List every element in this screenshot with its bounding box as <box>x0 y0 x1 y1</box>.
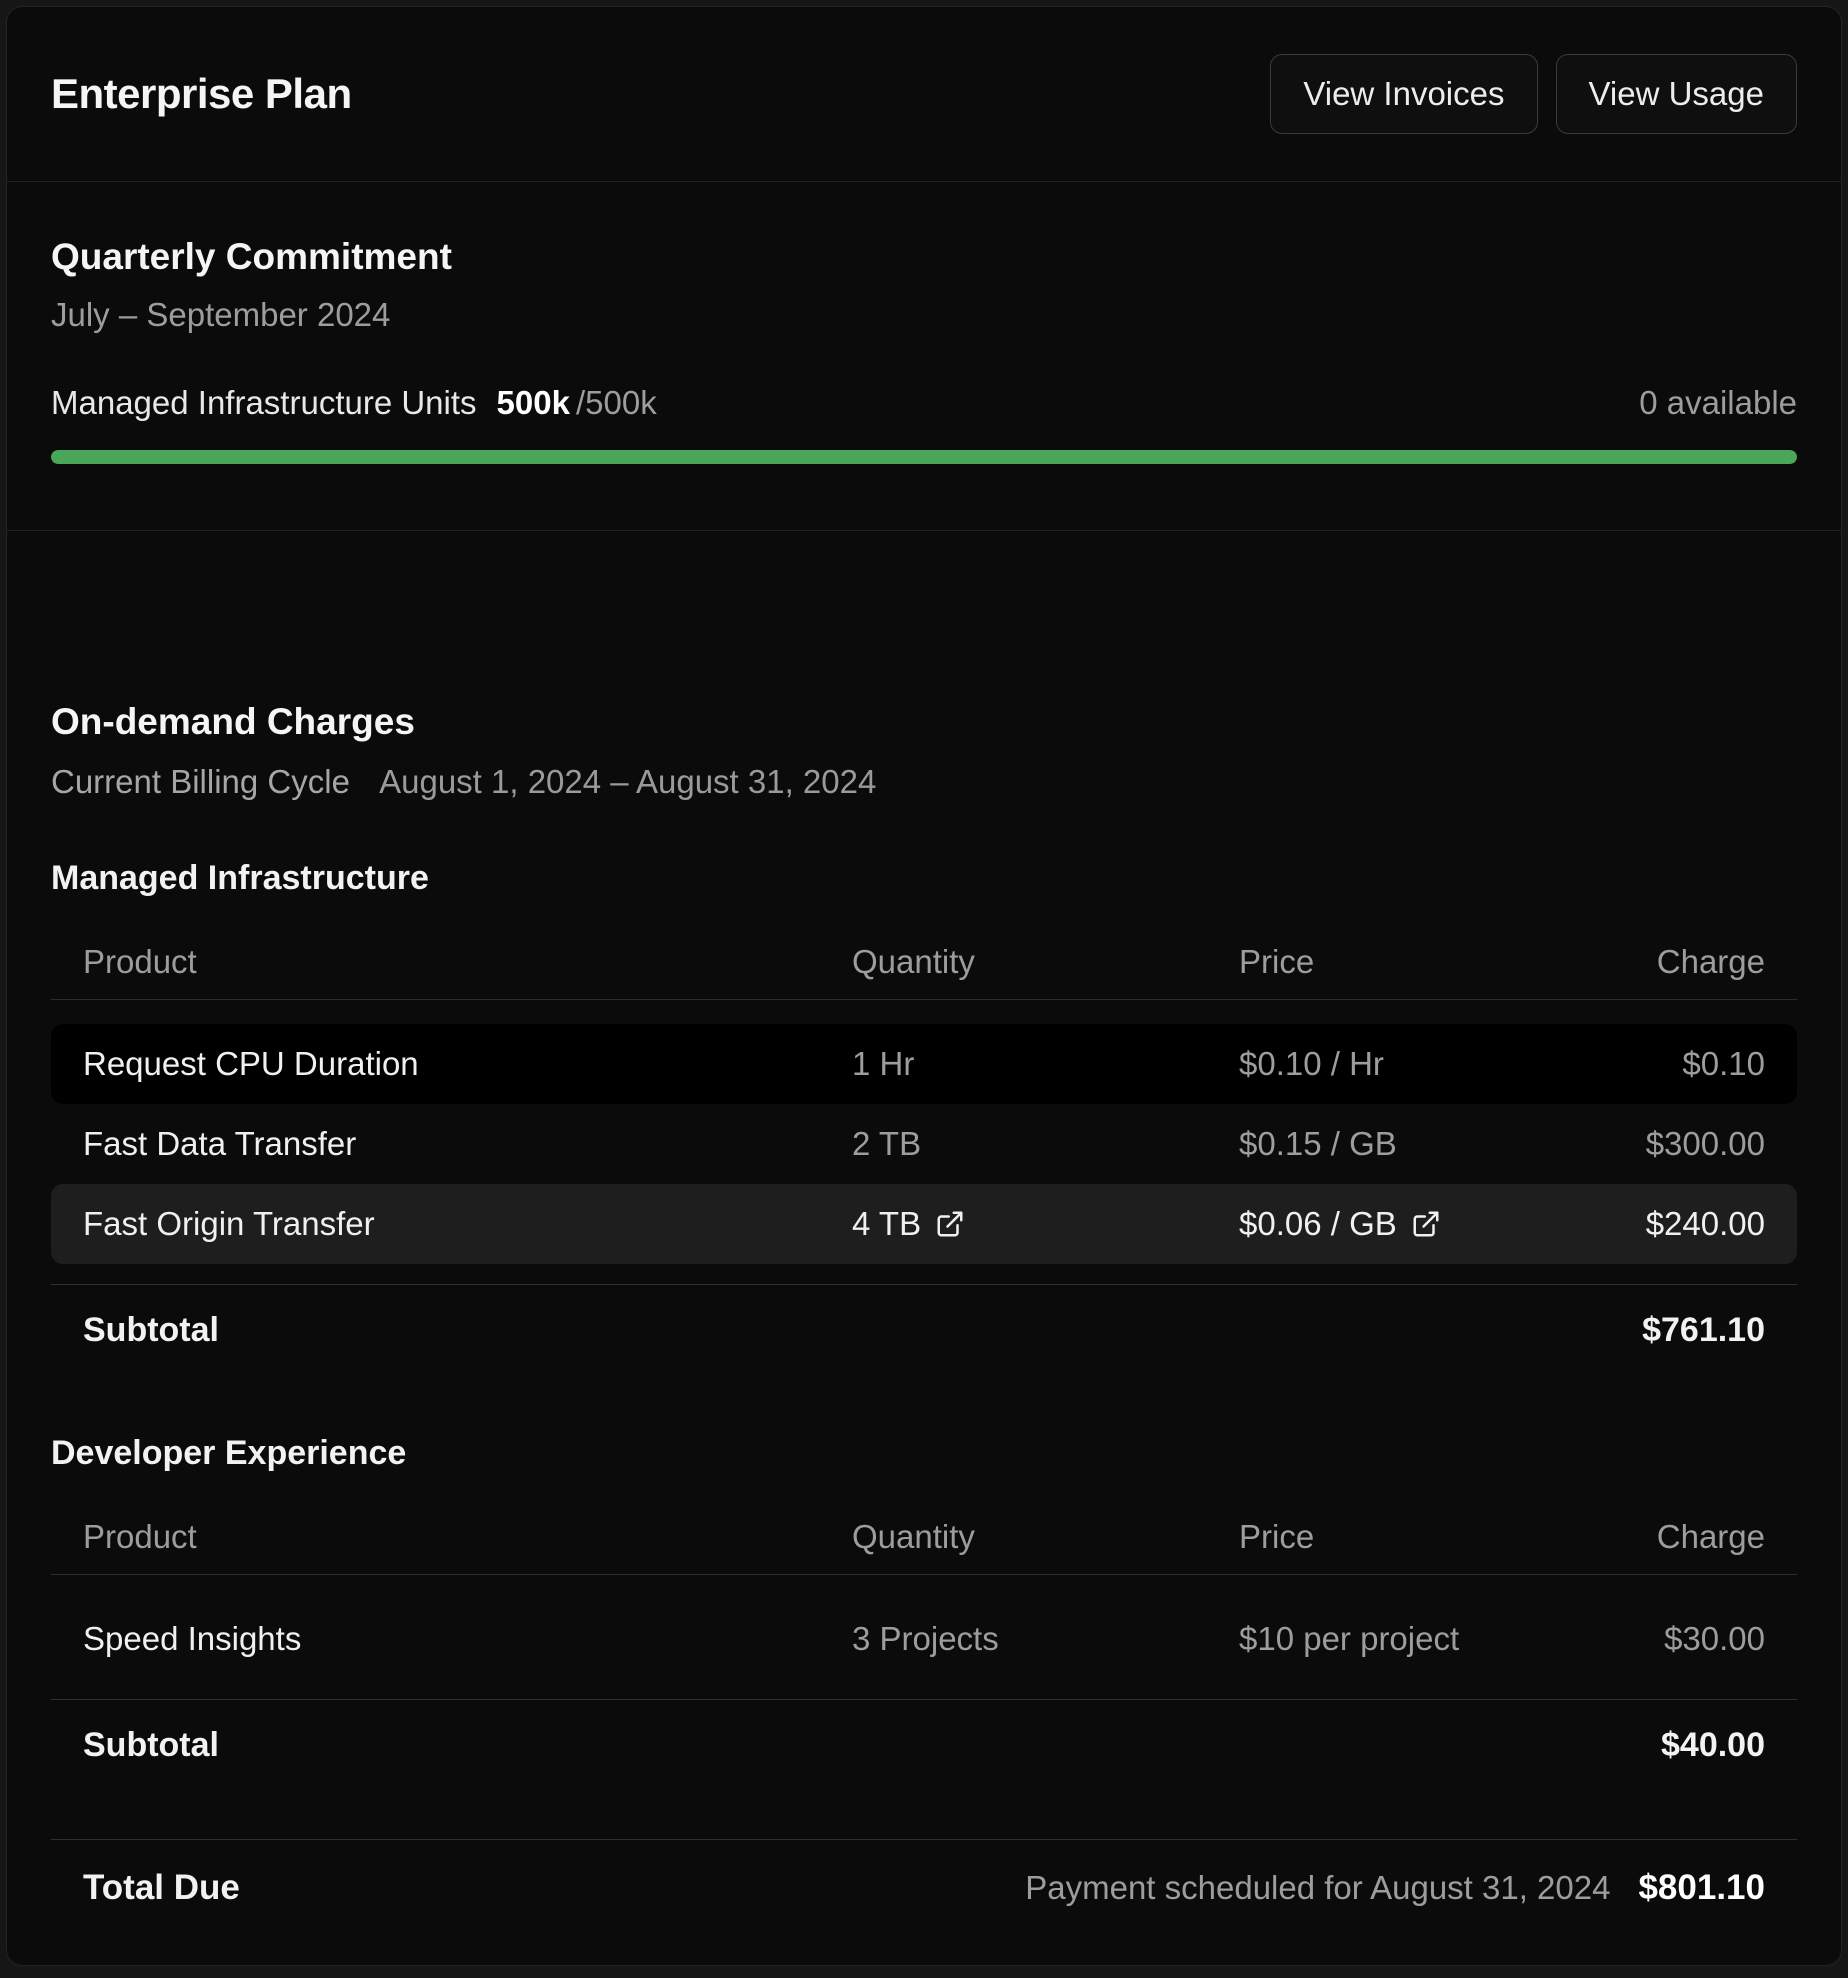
on-demand-charges-section: On-demand Charges Current Billing Cycle … <box>7 531 1841 1935</box>
subtotal-value: $40.00 <box>1661 1726 1765 1765</box>
cell-charge: $0.10 <box>1579 1045 1765 1083</box>
column-header-product: Product <box>83 943 852 981</box>
charge-group: Developer Experience Product Quantity Pr… <box>51 1434 1797 1791</box>
column-header-charge: Charge <box>1579 1518 1765 1556</box>
group-title: Managed Infrastructure <box>51 859 1797 898</box>
usage-progress-fill <box>51 450 1797 464</box>
subtotal-row: Subtotal $761.10 <box>51 1284 1797 1376</box>
usage-label: Managed Infrastructure Units <box>51 384 477 422</box>
subtotal-label: Subtotal <box>83 1311 219 1350</box>
cell-charge: $30.00 <box>1579 1620 1765 1658</box>
view-usage-button[interactable]: View Usage <box>1556 54 1798 134</box>
billing-cycle-range: August 1, 2024 – August 31, 2024 <box>379 763 876 800</box>
cell-product: Fast Origin Transfer <box>83 1205 852 1243</box>
cell-quantity: 1 Hr <box>852 1045 1239 1083</box>
usage-available: 0 available <box>1639 384 1797 422</box>
column-header-quantity: Quantity <box>852 943 1239 981</box>
total-due-right: Payment scheduled for August 31, 2024 $8… <box>1025 1868 1765 1908</box>
column-header-price: Price <box>1239 1518 1579 1556</box>
table-body: Request CPU Duration 1 Hr $0.10 / Hr $0.… <box>51 1024 1797 1264</box>
table-row[interactable]: Request CPU Duration 1 Hr $0.10 / Hr $0.… <box>51 1024 1797 1104</box>
group-title: Developer Experience <box>51 1434 1797 1473</box>
subtotal-label: Subtotal <box>83 1726 219 1765</box>
cell-price: $0.06 / GB <box>1239 1205 1579 1243</box>
table-row[interactable]: Fast Origin Transfer 4 TB $0.06 / GB <box>51 1184 1797 1264</box>
view-invoices-button[interactable]: View Invoices <box>1270 54 1537 134</box>
column-header-product: Product <box>83 1518 852 1556</box>
cell-product: Speed Insights <box>83 1620 852 1658</box>
charges-title: On-demand Charges <box>51 701 1797 743</box>
cell-quantity: 3 Projects <box>852 1620 1239 1658</box>
cell-charge: $300.00 <box>1579 1125 1765 1163</box>
cell-quantity: 4 TB <box>852 1205 1239 1243</box>
cell-product: Fast Data Transfer <box>83 1125 852 1163</box>
page-title: Enterprise Plan <box>51 70 352 118</box>
column-header-price: Price <box>1239 943 1579 981</box>
table-row[interactable]: Fast Data Transfer 2 TB $0.15 / GB $300.… <box>51 1104 1797 1184</box>
billing-card: Enterprise Plan View Invoices View Usage… <box>6 6 1842 1966</box>
payment-scheduled-note: Payment scheduled for August 31, 2024 <box>1025 1869 1610 1907</box>
billing-cycle-label: Current Billing Cycle <box>51 763 350 800</box>
total-due-row: Total Due Payment scheduled for August 3… <box>51 1839 1797 1935</box>
charge-group: Managed Infrastructure Product Quantity … <box>51 859 1797 1376</box>
total-due-value: $801.10 <box>1638 1868 1765 1908</box>
cell-price: $0.10 / Hr <box>1239 1045 1579 1083</box>
table-row[interactable]: Speed Insights 3 Projects $10 per projec… <box>51 1599 1797 1679</box>
subtotal-row: Subtotal $40.00 <box>51 1699 1797 1791</box>
table-header: Product Quantity Price Charge <box>51 1499 1797 1575</box>
cell-charge: $240.00 <box>1579 1205 1765 1243</box>
usage-row: Managed Infrastructure Units 500k /500k … <box>51 384 1797 422</box>
usage-left: Managed Infrastructure Units 500k /500k <box>51 384 657 422</box>
table-header: Product Quantity Price Charge <box>51 924 1797 1000</box>
card-header: Enterprise Plan View Invoices View Usage <box>7 7 1841 182</box>
cell-price: $0.15 / GB <box>1239 1125 1579 1163</box>
column-header-charge: Charge <box>1579 943 1765 981</box>
groups-container: Managed Infrastructure Product Quantity … <box>51 859 1797 1791</box>
cell-product: Request CPU Duration <box>83 1045 852 1083</box>
cell-quantity: 2 TB <box>852 1125 1239 1163</box>
usage-progress-track <box>51 450 1797 464</box>
billing-cycle-line: Current Billing Cycle August 1, 2024 – A… <box>51 763 1797 801</box>
header-actions: View Invoices View Usage <box>1270 54 1797 134</box>
quarterly-title: Quarterly Commitment <box>51 236 1797 278</box>
total-due-label: Total Due <box>83 1868 240 1908</box>
quarterly-period: July – September 2024 <box>51 296 1797 334</box>
column-header-quantity: Quantity <box>852 1518 1239 1556</box>
cell-price: $10 per project <box>1239 1620 1579 1658</box>
subtotal-value: $761.10 <box>1642 1311 1765 1350</box>
usage-total-value: /500k <box>576 384 657 422</box>
table-body: Speed Insights 3 Projects $10 per projec… <box>51 1599 1797 1679</box>
external-link-icon[interactable] <box>935 1209 965 1239</box>
quarterly-commitment-section: Quarterly Commitment July – September 20… <box>7 182 1841 531</box>
external-link-icon[interactable] <box>1411 1209 1441 1239</box>
usage-used-value: 500k <box>497 384 570 422</box>
